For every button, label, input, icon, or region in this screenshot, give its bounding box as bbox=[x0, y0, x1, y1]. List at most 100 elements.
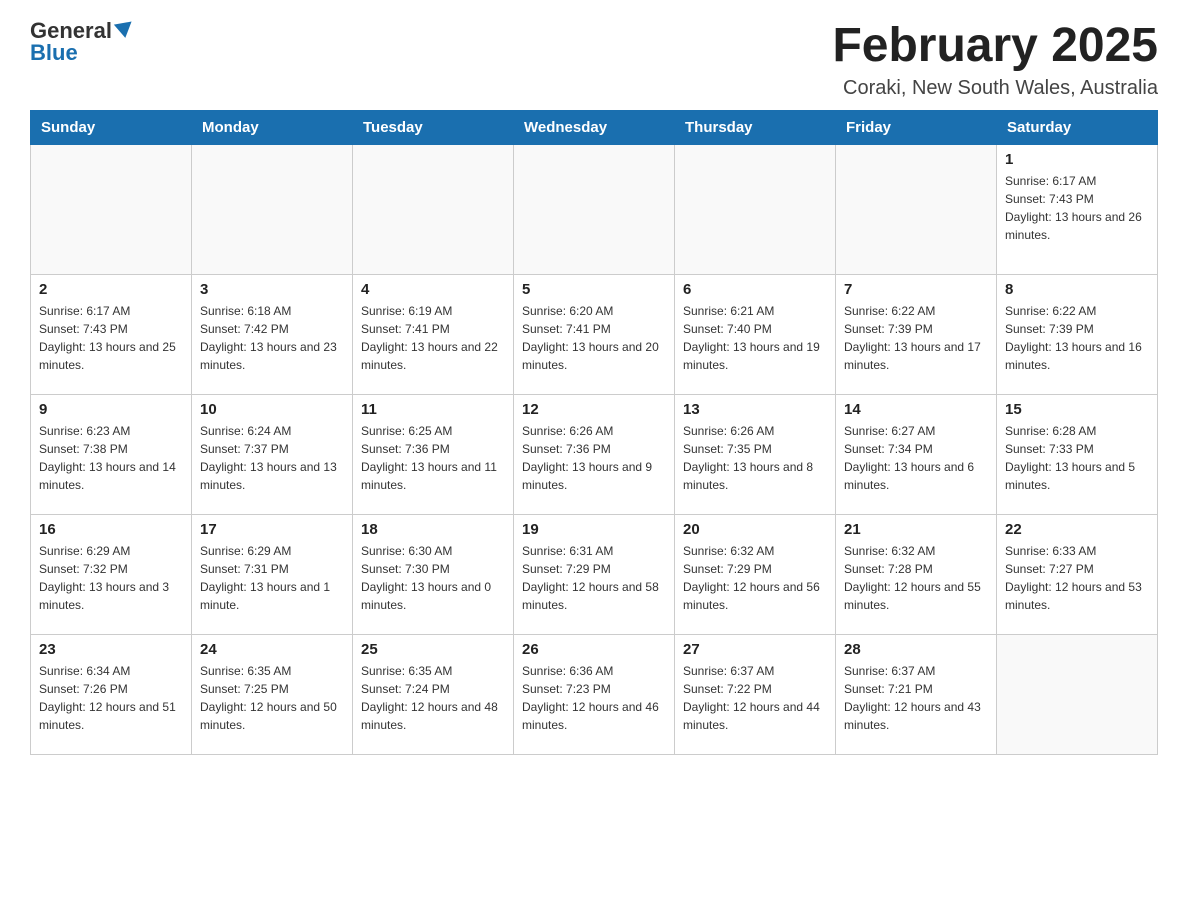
calendar-cell: 25Sunrise: 6:35 AMSunset: 7:24 PMDayligh… bbox=[353, 634, 514, 754]
day-info: Sunrise: 6:33 AMSunset: 7:27 PMDaylight:… bbox=[1005, 542, 1149, 614]
day-number: 7 bbox=[844, 281, 988, 298]
day-info: Sunrise: 6:29 AMSunset: 7:32 PMDaylight:… bbox=[39, 542, 183, 614]
day-info: Sunrise: 6:26 AMSunset: 7:35 PMDaylight:… bbox=[683, 422, 827, 494]
calendar-cell: 26 Sunrise: 6:36 AMSunset: 7:23 PMDayligh… bbox=[514, 634, 675, 754]
logo: General Blue bbox=[30, 20, 133, 64]
calendar-cell: 13 Sunrise: 6:26 AMSunset: 7:35 PMDayligh… bbox=[675, 394, 836, 514]
day-info: Sunrise: 6:36 AMSunset: 7:23 PMDaylight:… bbox=[522, 662, 666, 734]
calendar-cell: 27 Sunrise: 6:37 AMSunset: 7:22 PMDayligh… bbox=[675, 634, 836, 754]
day-info: Sunrise: 6:28 AMSunset: 7:33 PMDaylight:… bbox=[1005, 422, 1149, 494]
day-number: 15 bbox=[1005, 401, 1149, 418]
day-number: 20 bbox=[683, 521, 827, 538]
day-number: 25 bbox=[361, 641, 505, 658]
calendar-cell bbox=[192, 144, 353, 274]
calendar-cell: 11 Sunrise: 6:25 AMSunset: 7:36 PMDayligh… bbox=[353, 394, 514, 514]
calendar-cell: 12 Sunrise: 6:26 AMSunset: 7:36 PMDayligh… bbox=[514, 394, 675, 514]
day-info: Sunrise: 6:32 AMSunset: 7:29 PMDaylight:… bbox=[683, 542, 827, 614]
day-number: 13 bbox=[683, 401, 827, 418]
day-info: Sunrise: 6:20 AMSunset: 7:41 PMDaylight:… bbox=[522, 302, 666, 374]
day-number: 18 bbox=[361, 521, 505, 538]
calendar-week-row: 23 Sunrise: 6:34 AMSunset: 7:26 PMDayligh… bbox=[31, 634, 1158, 754]
day-number: 6 bbox=[683, 281, 827, 298]
header-sunday: Sunday bbox=[31, 110, 192, 144]
calendar-cell bbox=[836, 144, 997, 274]
day-number: 2 bbox=[39, 281, 183, 298]
day-info: Sunrise: 6:31 AMSunset: 7:29 PMDaylight:… bbox=[522, 542, 666, 614]
day-number: 10 bbox=[200, 401, 344, 418]
calendar-cell bbox=[31, 144, 192, 274]
calendar-week-row: 9 Sunrise: 6:23 AMSunset: 7:38 PMDaylight… bbox=[31, 394, 1158, 514]
calendar-cell: 23 Sunrise: 6:34 AMSunset: 7:26 PMDayligh… bbox=[31, 634, 192, 754]
day-info: Sunrise: 6:29 AMSunset: 7:31 PMDaylight:… bbox=[200, 542, 344, 614]
day-info: Sunrise: 6:22 AMSunset: 7:39 PMDaylight:… bbox=[844, 302, 988, 374]
calendar-week-row: 2 Sunrise: 6:17 AMSunset: 7:43 PMDaylight… bbox=[31, 274, 1158, 394]
calendar-cell: 8 Sunrise: 6:22 AMSunset: 7:39 PMDaylight… bbox=[997, 274, 1158, 394]
month-title: February 2025 bbox=[832, 20, 1158, 73]
day-number: 24 bbox=[200, 641, 344, 658]
calendar-cell: 22 Sunrise: 6:33 AMSunset: 7:27 PMDayligh… bbox=[997, 514, 1158, 634]
calendar-cell: 1Sunrise: 6:17 AMSunset: 7:43 PMDaylight… bbox=[997, 144, 1158, 274]
header-monday: Monday bbox=[192, 110, 353, 144]
calendar-cell: 21 Sunrise: 6:32 AMSunset: 7:28 PMDayligh… bbox=[836, 514, 997, 634]
calendar-cell: 4Sunrise: 6:19 AMSunset: 7:41 PMDaylight… bbox=[353, 274, 514, 394]
day-info: Sunrise: 6:37 AMSunset: 7:21 PMDaylight:… bbox=[844, 662, 988, 734]
day-info: Sunrise: 6:27 AMSunset: 7:34 PMDaylight:… bbox=[844, 422, 988, 494]
calendar-cell: 20 Sunrise: 6:32 AMSunset: 7:29 PMDayligh… bbox=[675, 514, 836, 634]
calendar-cell: 28Sunrise: 6:37 AMSunset: 7:21 PMDayligh… bbox=[836, 634, 997, 754]
day-number: 14 bbox=[844, 401, 988, 418]
calendar-cell: 17 Sunrise: 6:29 AMSunset: 7:31 PMDayligh… bbox=[192, 514, 353, 634]
calendar-header-row: SundayMondayTuesdayWednesdayThursdayFrid… bbox=[31, 110, 1158, 144]
day-info: Sunrise: 6:22 AMSunset: 7:39 PMDaylight:… bbox=[1005, 302, 1149, 374]
day-number: 27 bbox=[683, 641, 827, 658]
header-wednesday: Wednesday bbox=[514, 110, 675, 144]
day-info: Sunrise: 6:34 AMSunset: 7:26 PMDaylight:… bbox=[39, 662, 183, 734]
day-number: 12 bbox=[522, 401, 666, 418]
day-info: Sunrise: 6:37 AMSunset: 7:22 PMDaylight:… bbox=[683, 662, 827, 734]
calendar-cell bbox=[353, 144, 514, 274]
day-number: 11 bbox=[361, 401, 505, 418]
calendar-cell: 7 Sunrise: 6:22 AMSunset: 7:39 PMDaylight… bbox=[836, 274, 997, 394]
day-number: 8 bbox=[1005, 281, 1149, 298]
logo-general-text: General bbox=[30, 20, 112, 42]
day-info: Sunrise: 6:17 AMSunset: 7:43 PMDaylight:… bbox=[39, 302, 183, 374]
calendar-cell: 5 Sunrise: 6:20 AMSunset: 7:41 PMDaylight… bbox=[514, 274, 675, 394]
calendar-cell bbox=[675, 144, 836, 274]
day-info: Sunrise: 6:24 AMSunset: 7:37 PMDaylight:… bbox=[200, 422, 344, 494]
calendar-week-row: 16Sunrise: 6:29 AMSunset: 7:32 PMDayligh… bbox=[31, 514, 1158, 634]
location-title: Coraki, New South Wales, Australia bbox=[832, 77, 1158, 100]
calendar-cell: 15 Sunrise: 6:28 AMSunset: 7:33 PMDayligh… bbox=[997, 394, 1158, 514]
calendar-cell bbox=[514, 144, 675, 274]
day-number: 23 bbox=[39, 641, 183, 658]
calendar-cell: 2 Sunrise: 6:17 AMSunset: 7:43 PMDaylight… bbox=[31, 274, 192, 394]
calendar-cell: 9 Sunrise: 6:23 AMSunset: 7:38 PMDaylight… bbox=[31, 394, 192, 514]
day-info: Sunrise: 6:32 AMSunset: 7:28 PMDaylight:… bbox=[844, 542, 988, 614]
day-info: Sunrise: 6:35 AMSunset: 7:25 PMDaylight:… bbox=[200, 662, 344, 734]
day-info: Sunrise: 6:26 AMSunset: 7:36 PMDaylight:… bbox=[522, 422, 666, 494]
page-header: General Blue February 2025 Coraki, New S… bbox=[30, 20, 1158, 100]
day-number: 9 bbox=[39, 401, 183, 418]
calendar-cell: 18 Sunrise: 6:30 AMSunset: 7:30 PMDayligh… bbox=[353, 514, 514, 634]
day-info: Sunrise: 6:23 AMSunset: 7:38 PMDaylight:… bbox=[39, 422, 183, 494]
calendar-cell: 6 Sunrise: 6:21 AMSunset: 7:40 PMDaylight… bbox=[675, 274, 836, 394]
calendar-cell: 24 Sunrise: 6:35 AMSunset: 7:25 PMDayligh… bbox=[192, 634, 353, 754]
day-number: 5 bbox=[522, 281, 666, 298]
calendar-cell: 10 Sunrise: 6:24 AMSunset: 7:37 PMDayligh… bbox=[192, 394, 353, 514]
day-info: Sunrise: 6:21 AMSunset: 7:40 PMDaylight:… bbox=[683, 302, 827, 374]
logo-triangle-icon bbox=[114, 21, 134, 39]
calendar-cell: 14 Sunrise: 6:27 AMSunset: 7:34 PMDayligh… bbox=[836, 394, 997, 514]
day-number: 17 bbox=[200, 521, 344, 538]
day-number: 22 bbox=[1005, 521, 1149, 538]
calendar-cell: 19Sunrise: 6:31 AMSunset: 7:29 PMDayligh… bbox=[514, 514, 675, 634]
title-section: February 2025 Coraki, New South Wales, A… bbox=[832, 20, 1158, 100]
day-info: Sunrise: 6:30 AMSunset: 7:30 PMDaylight:… bbox=[361, 542, 505, 614]
day-number: 26 bbox=[522, 641, 666, 658]
calendar-table: SundayMondayTuesdayWednesdayThursdayFrid… bbox=[30, 110, 1158, 755]
day-number: 21 bbox=[844, 521, 988, 538]
header-friday: Friday bbox=[836, 110, 997, 144]
day-number: 4 bbox=[361, 281, 505, 298]
calendar-cell: 16Sunrise: 6:29 AMSunset: 7:32 PMDayligh… bbox=[31, 514, 192, 634]
header-thursday: Thursday bbox=[675, 110, 836, 144]
day-info: Sunrise: 6:25 AMSunset: 7:36 PMDaylight:… bbox=[361, 422, 505, 494]
header-tuesday: Tuesday bbox=[353, 110, 514, 144]
day-info: Sunrise: 6:18 AMSunset: 7:42 PMDaylight:… bbox=[200, 302, 344, 374]
